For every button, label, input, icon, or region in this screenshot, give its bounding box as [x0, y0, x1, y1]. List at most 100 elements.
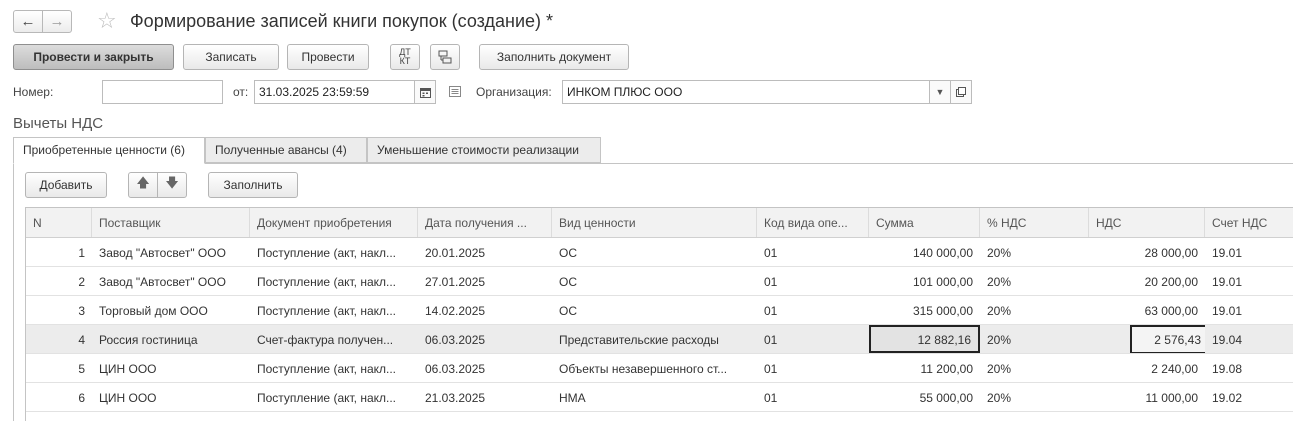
number-label: Номер: — [13, 85, 54, 99]
row-number: 2 — [78, 275, 85, 289]
operation-code-cell: 01 — [764, 391, 778, 405]
tab-divider — [13, 163, 1293, 164]
move-down-button[interactable]: 🡇 — [157, 172, 187, 198]
star-icon[interactable]: ☆ — [97, 9, 117, 33]
dtkt-icon: ДТ КТ — [399, 47, 411, 66]
row-number: 6 — [78, 391, 85, 405]
operation-code-cell: 01 — [764, 304, 778, 318]
vat-account-cell: 19.01 — [1212, 275, 1243, 289]
document-cell: Поступление (акт, накл... — [257, 362, 397, 376]
table-row[interactable]: 2 Завод "Автосвет" ООО Поступление (акт,… — [26, 267, 1293, 296]
vat-cell-highlighted[interactable]: 2 576,43 — [1130, 325, 1205, 353]
add-button[interactable]: Добавить — [25, 172, 107, 198]
date-cell: 20.01.2025 — [425, 246, 486, 260]
number-field[interactable] — [102, 80, 223, 104]
vat-rate-cell: 20% — [987, 362, 1012, 376]
column-header-vat-account[interactable]: Счет НДС — [1205, 208, 1293, 237]
back-button[interactable]: ← — [13, 10, 43, 33]
date-cell: 06.03.2025 — [425, 362, 486, 376]
vat-rate-cell: 20% — [987, 304, 1012, 318]
date-cell: 27.01.2025 — [425, 275, 486, 289]
move-up-button[interactable]: 🡅 — [128, 172, 158, 198]
column-header-date[interactable]: Дата получения ... — [418, 208, 552, 237]
supplier-cell: Завод "Автосвет" ООО — [99, 275, 226, 289]
dtkt-button[interactable]: ДТ КТ — [390, 44, 420, 70]
page-title: Формирование записей книги покупок (созд… — [130, 11, 554, 31]
date-label: от: — [233, 85, 249, 99]
post-and-close-button[interactable]: Провести и закрыть — [13, 44, 174, 70]
vat-cell: 20 200,00 — [1144, 275, 1198, 289]
arrow-down-icon: 🡇 — [165, 175, 179, 190]
tab-received-advances[interactable]: Полученные авансы (4) — [205, 137, 367, 163]
date-cell: 06.03.2025 — [425, 333, 486, 347]
organization-field[interactable]: ИНКОМ ПЛЮС ООО — [562, 80, 930, 104]
column-header-supplier[interactable]: Поставщик — [92, 208, 250, 237]
vat-rate-cell: 20% — [987, 333, 1012, 347]
organization-open-button[interactable] — [950, 80, 972, 104]
section-title: Вычеты НДС — [13, 115, 104, 132]
structure-button[interactable] — [430, 44, 460, 70]
vat-cell: 28 000,00 — [1144, 246, 1198, 260]
date-cell: 21.03.2025 — [425, 391, 486, 405]
document-cell: Поступление (акт, накл... — [257, 304, 397, 318]
vat-rate-cell: 20% — [987, 275, 1012, 289]
supplier-cell: ЦИН ООО — [99, 362, 157, 376]
table-row[interactable]: 5 ЦИН ООО Поступление (акт, накл... 06.0… — [26, 354, 1293, 383]
date-cell: 14.02.2025 — [425, 304, 486, 318]
sum-cell: 55 000,00 — [919, 391, 973, 405]
forward-button[interactable]: → — [42, 10, 72, 33]
supplier-cell: ЦИН ООО — [99, 391, 157, 405]
save-button[interactable]: Записать — [183, 44, 279, 70]
organization-label: Организация: — [476, 85, 552, 99]
open-form-icon — [956, 87, 966, 97]
column-header-document[interactable]: Документ приобретения — [250, 208, 418, 237]
table-row[interactable]: 6 ЦИН ООО Поступление (акт, накл... 21.0… — [26, 383, 1293, 412]
fill-button[interactable]: Заполнить — [208, 172, 298, 198]
column-header-kind[interactable]: Вид ценности — [552, 208, 757, 237]
operation-code-cell: 01 — [764, 275, 778, 289]
row-number: 5 — [78, 362, 85, 376]
kind-cell: НМА — [559, 391, 586, 405]
tab-acquired-values[interactable]: Приобретенные ценности (6) — [13, 137, 205, 164]
kind-cell: ОС — [559, 304, 577, 318]
kind-cell: Представительские расходы — [559, 333, 719, 347]
fill-document-button[interactable]: Заполнить документ — [479, 44, 629, 70]
tab-sales-cost-reduction[interactable]: Уменьшение стоимости реализации — [367, 137, 601, 163]
table-header: N Поставщик Документ приобретения Дата п… — [26, 208, 1293, 238]
column-header-vat-rate[interactable]: % НДС — [980, 208, 1089, 237]
table-row[interactable]: 3 Торговый дом ООО Поступление (акт, нак… — [26, 296, 1293, 325]
tab-frame — [13, 163, 14, 421]
organization-dropdown-button[interactable]: ▼ — [929, 80, 951, 104]
column-header-operation-code[interactable]: Код вида опе... — [757, 208, 869, 237]
row-number: 4 — [78, 333, 85, 347]
kind-cell: ОС — [559, 275, 577, 289]
vat-cell: 2 576,43 — [1089, 325, 1205, 353]
vat-account-cell: 19.08 — [1212, 362, 1243, 376]
acquired-values-table[interactable]: N Поставщик Документ приобретения Дата п… — [25, 207, 1293, 421]
operation-code-cell: 01 — [764, 362, 778, 376]
sum-cell-highlighted[interactable]: 12 882,16 — [869, 325, 980, 353]
vat-account-cell: 19.01 — [1212, 246, 1243, 260]
table-row-selected[interactable]: 4 Россия гостиница Счет-фактура получен.… — [26, 325, 1293, 354]
kind-cell: ОС — [559, 246, 577, 260]
supplier-cell: Россия гостиница — [99, 333, 198, 347]
structure-icon — [438, 50, 452, 64]
arrow-right-icon: → — [49, 13, 65, 30]
post-button[interactable]: Провести — [287, 44, 369, 70]
calendar-button[interactable] — [414, 80, 436, 104]
column-header-n[interactable]: N — [26, 208, 92, 237]
kind-cell: Объекты незавершенного ст... — [559, 362, 728, 376]
vat-account-cell: 19.04 — [1212, 333, 1243, 347]
vat-cell: 2 240,00 — [1151, 362, 1198, 376]
document-cell: Поступление (акт, накл... — [257, 275, 397, 289]
document-cell: Поступление (акт, накл... — [257, 391, 397, 405]
date-field[interactable]: 31.03.2025 23:59:59 — [254, 80, 415, 104]
document-cell: Поступление (акт, накл... — [257, 246, 397, 260]
operation-code-cell: 01 — [764, 333, 778, 347]
column-header-vat[interactable]: НДС — [1089, 208, 1205, 237]
arrow-up-icon: 🡅 — [136, 175, 150, 190]
column-header-sum[interactable]: Сумма — [869, 208, 980, 237]
row-number: 3 — [78, 304, 85, 318]
document-list-icon[interactable] — [449, 86, 461, 100]
table-row[interactable]: 1 Завод "Автосвет" ООО Поступление (акт,… — [26, 238, 1293, 267]
